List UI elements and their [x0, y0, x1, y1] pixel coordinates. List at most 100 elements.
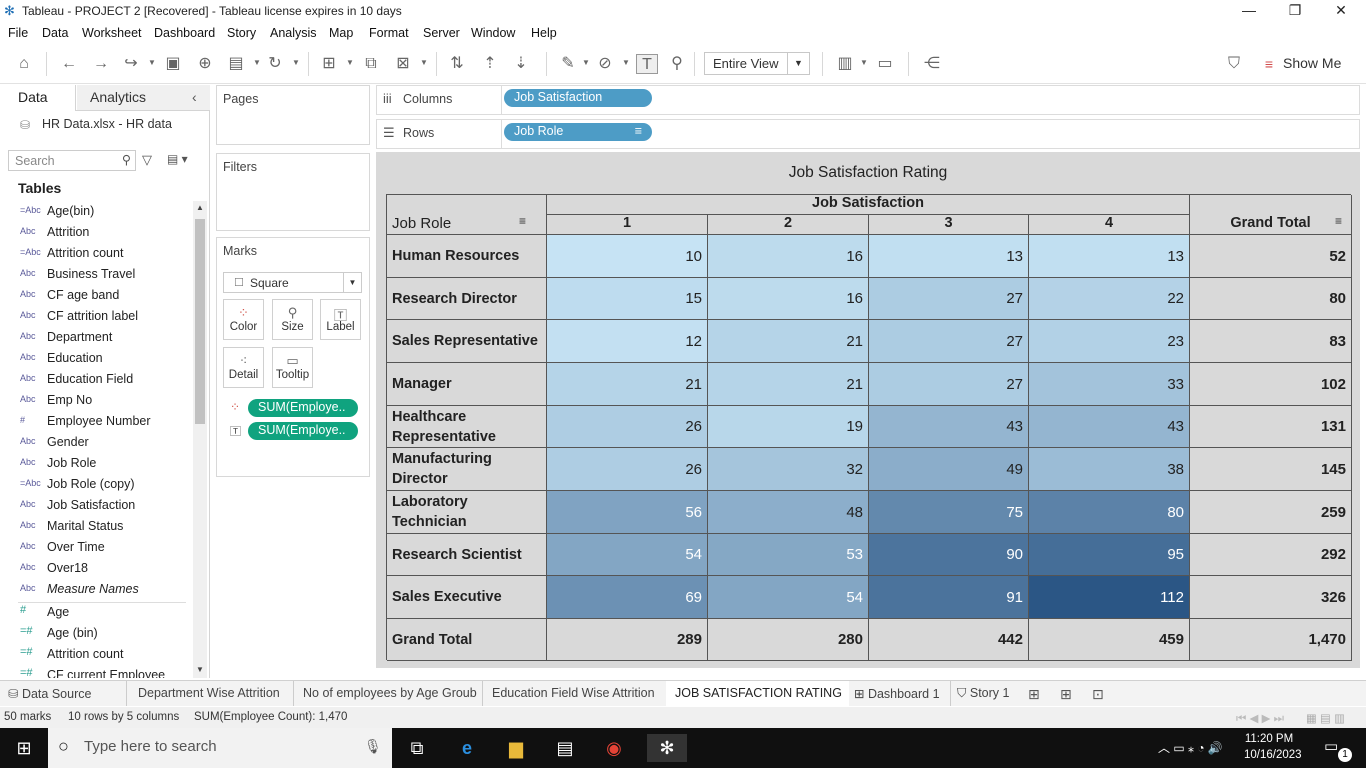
edge-icon[interactable]: e — [452, 734, 482, 762]
field-item[interactable]: Abc Department — [0, 327, 192, 348]
tableau-taskbar-icon[interactable]: ✻ — [647, 734, 687, 762]
swap-icon[interactable]: ⇅ — [446, 54, 468, 74]
new-story-tab-icon[interactable]: ⊡ — [1092, 681, 1104, 706]
tab-education-field-wise-attrition[interactable]: Education Field Wise Attrition — [482, 681, 667, 706]
new-worksheet-tab-icon[interactable]: ⊞ — [1028, 681, 1040, 706]
duplicate-sheet-icon[interactable]: ⧉ — [360, 54, 382, 74]
tab-story-1[interactable]: ⛉ Story 1 — [950, 681, 1009, 706]
color-measure-pill[interactable]: SUM(Employe.. — [248, 399, 358, 417]
field-item[interactable]: Abc Measure Names — [0, 579, 192, 600]
view-options-icon[interactable]: ▤ ▾ — [167, 152, 188, 166]
field-item[interactable]: =Abc Job Role (copy) — [0, 474, 192, 495]
undo-icon[interactable]: ← — [58, 54, 80, 74]
store-icon[interactable]: ▤ — [550, 734, 580, 762]
field-item[interactable]: Abc Marital Status — [0, 516, 192, 537]
sort-descending-icon[interactable]: ⇣ — [510, 54, 532, 74]
chrome-icon[interactable]: ◉ — [599, 734, 629, 762]
field-item[interactable]: Abc CF attrition label — [0, 306, 192, 327]
field-item[interactable]: =# Age (bin) — [0, 623, 192, 644]
filter-icon[interactable]: ▽ — [142, 152, 152, 168]
field-item[interactable]: Abc Emp No — [0, 390, 192, 411]
sheet-sorter-icons[interactable]: ▦ ▤ ▥ — [1306, 711, 1345, 725]
sort-icon[interactable]: ≡ — [1335, 214, 1342, 228]
detail-button[interactable]: ⁖ Detail — [223, 347, 264, 388]
file-explorer-icon[interactable]: ▆ — [501, 734, 531, 762]
collapse-icon[interactable]: ‹ — [192, 89, 197, 105]
clear-sheet-icon[interactable]: ⊠ — [392, 54, 414, 74]
field-item[interactable]: # Age — [0, 602, 192, 623]
menu-window[interactable]: Window — [471, 26, 515, 40]
windows-start-icon[interactable]: ⊞ — [9, 734, 39, 762]
label-button[interactable]: 🅃 Label — [320, 299, 361, 340]
tab-data-source[interactable]: ⛁ Data Source — [8, 681, 91, 706]
mark-type-dropdown[interactable]: ☐ Square ▼ — [223, 272, 362, 293]
group-icon[interactable]: ⊘ — [594, 54, 616, 74]
field-item[interactable]: =# CF current Employee — [0, 665, 192, 678]
show-labels-icon[interactable]: T — [636, 54, 658, 74]
share-icon[interactable]: ⋲ — [921, 54, 943, 74]
menu-file[interactable]: File — [8, 26, 28, 40]
field-item[interactable]: Abc CF age band — [0, 285, 192, 306]
cards-icon[interactable]: ▥ — [834, 54, 856, 74]
menu-server[interactable]: Server — [423, 26, 460, 40]
tab-dashboard-1[interactable]: ⊞ Dashboard 1 — [848, 681, 940, 706]
tooltip-button[interactable]: ▭ Tooltip — [272, 347, 313, 388]
field-item[interactable]: Abc Education — [0, 348, 192, 369]
tab-job-satisfaction-rating[interactable]: JOB SATISFACTION RATING — [666, 681, 849, 706]
tab-data[interactable]: Data — [18, 89, 48, 105]
pin-icon[interactable]: ⚲ — [666, 54, 688, 74]
taskbar-search[interactable]: ○ Type here to search 🎙 — [48, 728, 392, 768]
size-button[interactable]: ⚲ Size — [272, 299, 313, 340]
field-item[interactable]: Abc Education Field — [0, 369, 192, 390]
label-measure-pill[interactable]: SUM(Employe.. — [248, 422, 358, 440]
field-item[interactable]: =# Attrition count — [0, 644, 192, 665]
close-button[interactable]: ✕ — [1326, 2, 1356, 22]
menu-format[interactable]: Format — [369, 26, 409, 40]
minimize-button[interactable]: — — [1234, 2, 1264, 22]
menu-worksheet[interactable]: Worksheet — [82, 26, 142, 40]
new-worksheet-icon[interactable]: ⊞ — [318, 54, 340, 74]
pause-updates-icon[interactable]: ▤ — [225, 54, 247, 74]
new-dashboard-tab-icon[interactable]: ⊞ — [1060, 681, 1072, 706]
datasource-name[interactable]: HR Data.xlsx - HR data — [42, 117, 172, 131]
menu-map[interactable]: Map — [329, 26, 353, 40]
microphone-icon[interactable]: 🎙 — [364, 738, 382, 755]
field-item[interactable]: Abc Job Role — [0, 453, 192, 474]
menu-help[interactable]: Help — [531, 26, 557, 40]
menu-data[interactable]: Data — [42, 26, 68, 40]
refresh-icon[interactable]: ↻ — [264, 54, 286, 74]
field-item[interactable]: Abc Job Satisfaction — [0, 495, 192, 516]
menu-story[interactable]: Story — [227, 26, 256, 40]
redo-icon[interactable]: → — [90, 54, 112, 74]
field-item[interactable]: =Abc Age(bin) — [0, 201, 192, 222]
fit-dropdown[interactable]: Entire View ▼ — [704, 52, 810, 75]
task-view-icon[interactable]: ⧉ — [402, 734, 432, 762]
show-me-button[interactable]: Show Me — [1283, 55, 1341, 71]
field-list-scrollbar[interactable]: ▲ ▼ — [193, 201, 207, 678]
field-item[interactable]: Abc Over18 — [0, 558, 192, 579]
field-item[interactable]: Abc Gender — [0, 432, 192, 453]
tab-department-wise-attrition[interactable]: Department Wise Attrition — [126, 681, 292, 706]
tab-employees-by-age-group[interactable]: No of employees by Age Groub — [293, 681, 487, 706]
field-item[interactable]: Abc Business Travel — [0, 264, 192, 285]
color-button[interactable]: ⁘ Color — [223, 299, 264, 340]
menu-analysis[interactable]: Analysis — [270, 26, 317, 40]
field-search-input[interactable]: Search ⚲ — [8, 150, 136, 171]
save-icon[interactable]: ▣ — [162, 54, 184, 74]
sheet-nav-icons[interactable]: ⏮ ◀ ▶ ⏭ — [1236, 711, 1284, 726]
notification-icon[interactable]: ▭ — [1324, 737, 1338, 755]
filters-card[interactable]: Filters — [216, 153, 370, 231]
restore-button[interactable]: ❐ — [1280, 2, 1310, 22]
field-item[interactable]: # Employee Number — [0, 411, 192, 432]
columns-pill-job-satisfaction[interactable]: Job Satisfaction — [504, 89, 652, 107]
field-item[interactable]: Abc Over Time — [0, 537, 192, 558]
field-item[interactable]: Abc Attrition — [0, 222, 192, 243]
system-tray-icons[interactable]: ︿ ▭ ⁎ ◔ 🔊 — [1158, 739, 1223, 756]
sort-icon[interactable]: ≡ — [519, 214, 526, 228]
format-painter-icon[interactable]: ⛉ — [1223, 54, 1245, 74]
highlight-icon[interactable]: ✎ — [557, 54, 579, 74]
menu-dashboard[interactable]: Dashboard — [154, 26, 215, 40]
sort-ascending-icon[interactable]: ⇡ — [479, 54, 501, 74]
tab-analytics[interactable]: Analytics — [90, 89, 146, 105]
home-icon[interactable]: ⌂ — [13, 54, 35, 74]
